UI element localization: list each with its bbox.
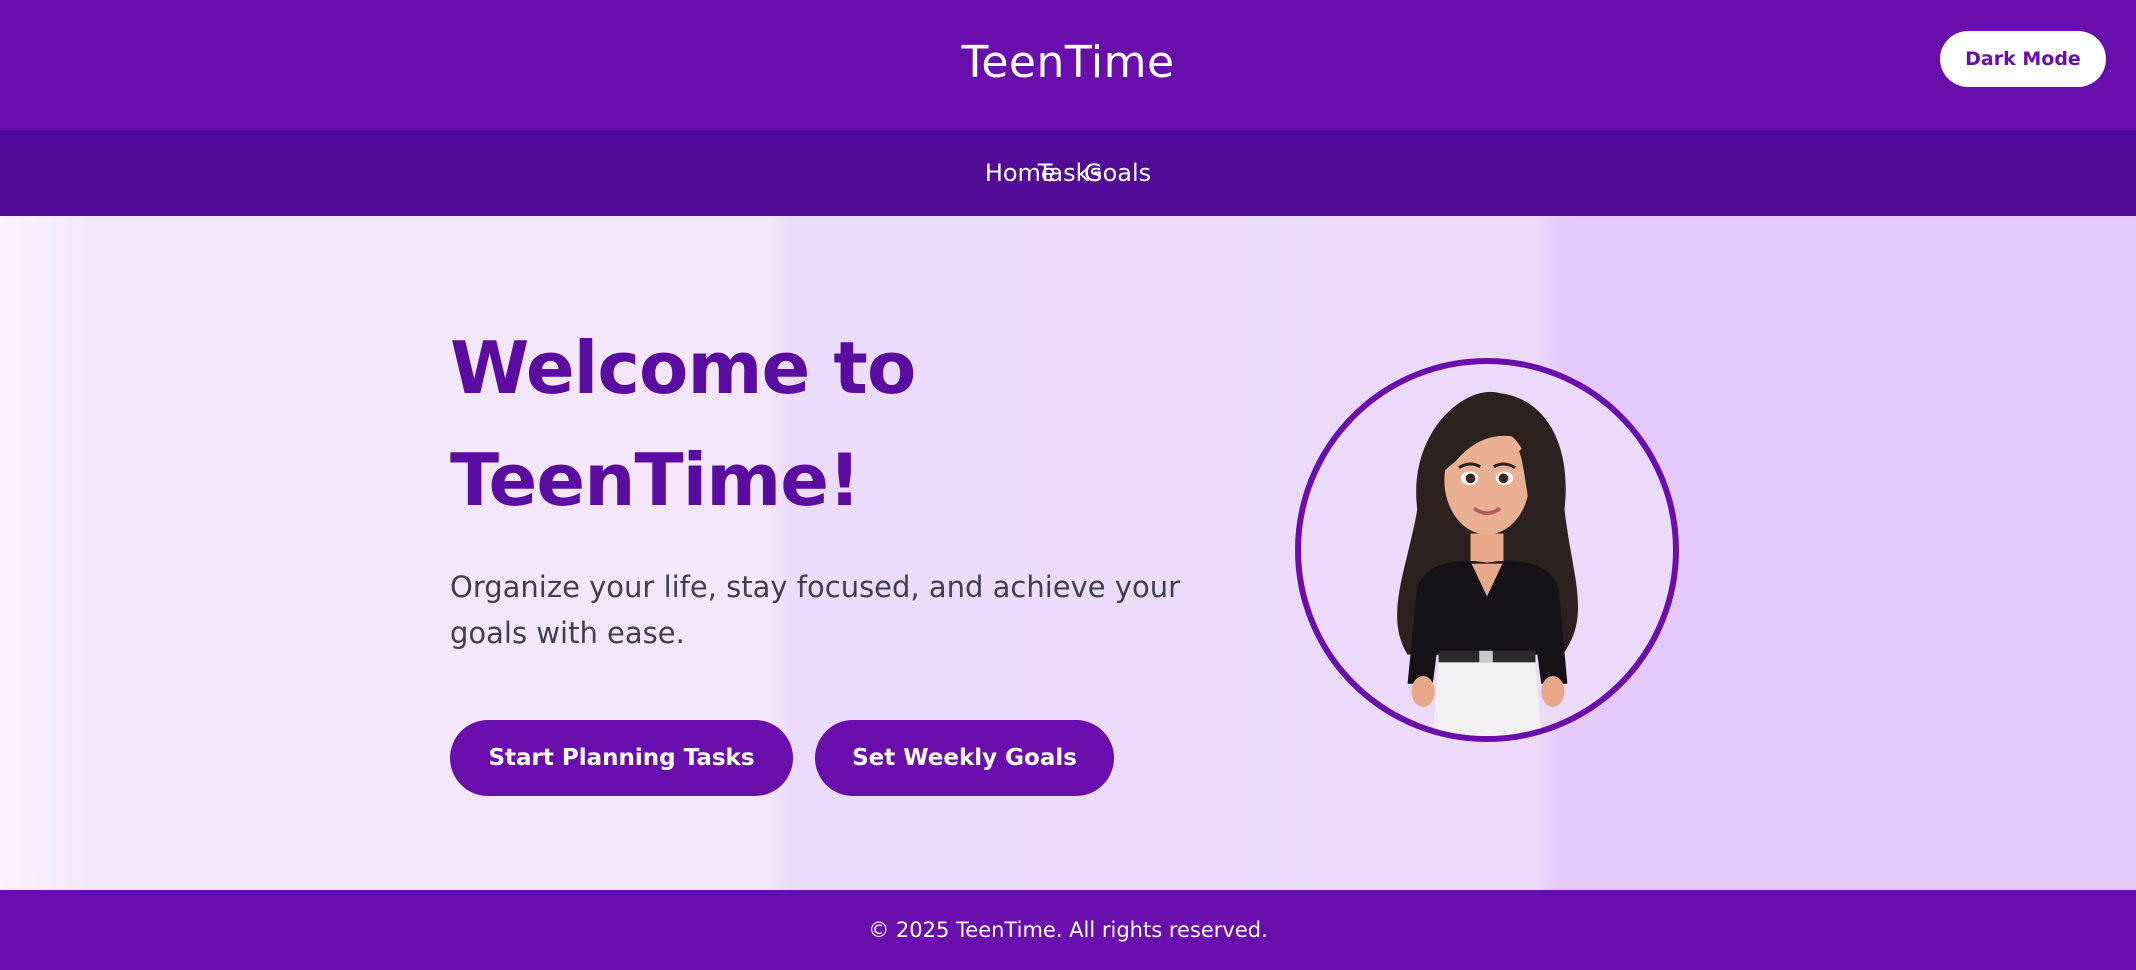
nav-item-goals[interactable]: Goals — [1084, 159, 1151, 187]
hero-section: Welcome to TeenTime! Organize your life,… — [0, 216, 2136, 890]
top-header: TeenTime Dark Mode — [0, 0, 2136, 130]
avatar-illustration-icon — [1397, 391, 1579, 736]
avatar — [1295, 358, 1679, 742]
footer: © 2025 TeenTime. All rights reserved. — [0, 890, 2136, 970]
app-title: TeenTime — [961, 36, 1175, 88]
hero-title: Welcome to TeenTime! — [450, 312, 916, 536]
hero-subtitle: Organize your life, stay focused, and ac… — [450, 570, 1181, 650]
main-nav: Home Tasks Goals — [0, 130, 2136, 216]
hero-title-line2: TeenTime! — [450, 438, 861, 522]
start-planning-tasks-button[interactable]: Start Planning Tasks — [450, 720, 793, 796]
hero-title-line1: Welcome to — [450, 326, 916, 410]
set-weekly-goals-button[interactable]: Set Weekly Goals — [815, 720, 1114, 796]
dark-mode-button[interactable]: Dark Mode — [1940, 31, 2106, 87]
copyright-text: © 2025 TeenTime. All rights reserved. — [868, 918, 1268, 942]
